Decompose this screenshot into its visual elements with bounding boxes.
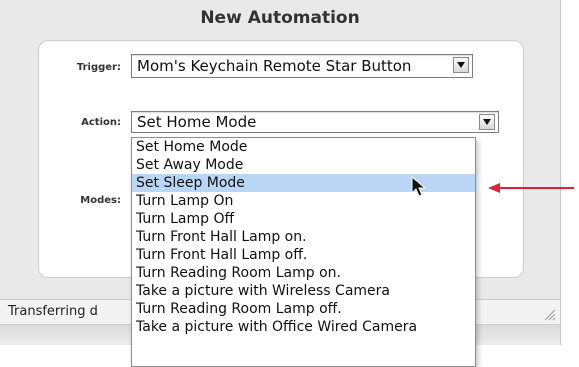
- dropdown-option[interactable]: Take a picture with Office Wired Camera: [132, 318, 475, 336]
- status-text: Transferring d: [8, 304, 98, 319]
- mouse-pointer-icon: [411, 176, 427, 197]
- window-title: New Automation: [200, 8, 360, 28]
- dropdown-option[interactable]: Turn Reading Room Lamp on.: [132, 264, 475, 282]
- dropdown-option[interactable]: Take a picture with Wireless Camera: [132, 282, 475, 300]
- red-arrow-icon: [488, 183, 574, 193]
- resize-grip-icon[interactable]: [542, 307, 556, 321]
- action-select-value: Set Home Mode: [137, 113, 257, 131]
- action-select[interactable]: Set Home Mode: [131, 111, 499, 133]
- dropdown-option[interactable]: Turn Reading Room Lamp off.: [132, 300, 475, 318]
- dropdown-option[interactable]: Set Home Mode: [132, 138, 475, 156]
- dropdown-option[interactable]: Set Away Mode: [132, 156, 475, 174]
- modes-label: Modes:: [80, 195, 121, 206]
- action-dropdown-list[interactable]: Set Home Mode Set Away Mode Set Sleep Mo…: [131, 137, 476, 367]
- dropdown-option[interactable]: Turn Front Hall Lamp on.: [132, 228, 475, 246]
- trigger-select-value: Mom's Keychain Remote Star Button: [137, 57, 412, 75]
- action-label: Action:: [81, 117, 121, 128]
- chevron-down-icon: [483, 119, 491, 125]
- action-dropdown-button[interactable]: [479, 114, 495, 130]
- dropdown-option[interactable]: Turn Front Hall Lamp off.: [132, 246, 475, 264]
- trigger-select[interactable]: Mom's Keychain Remote Star Button: [131, 54, 473, 78]
- trigger-label: Trigger:: [76, 62, 121, 73]
- chevron-down-icon: [457, 62, 465, 68]
- trigger-dropdown-button[interactable]: [453, 57, 469, 73]
- dropdown-option[interactable]: Turn Lamp Off: [132, 210, 475, 228]
